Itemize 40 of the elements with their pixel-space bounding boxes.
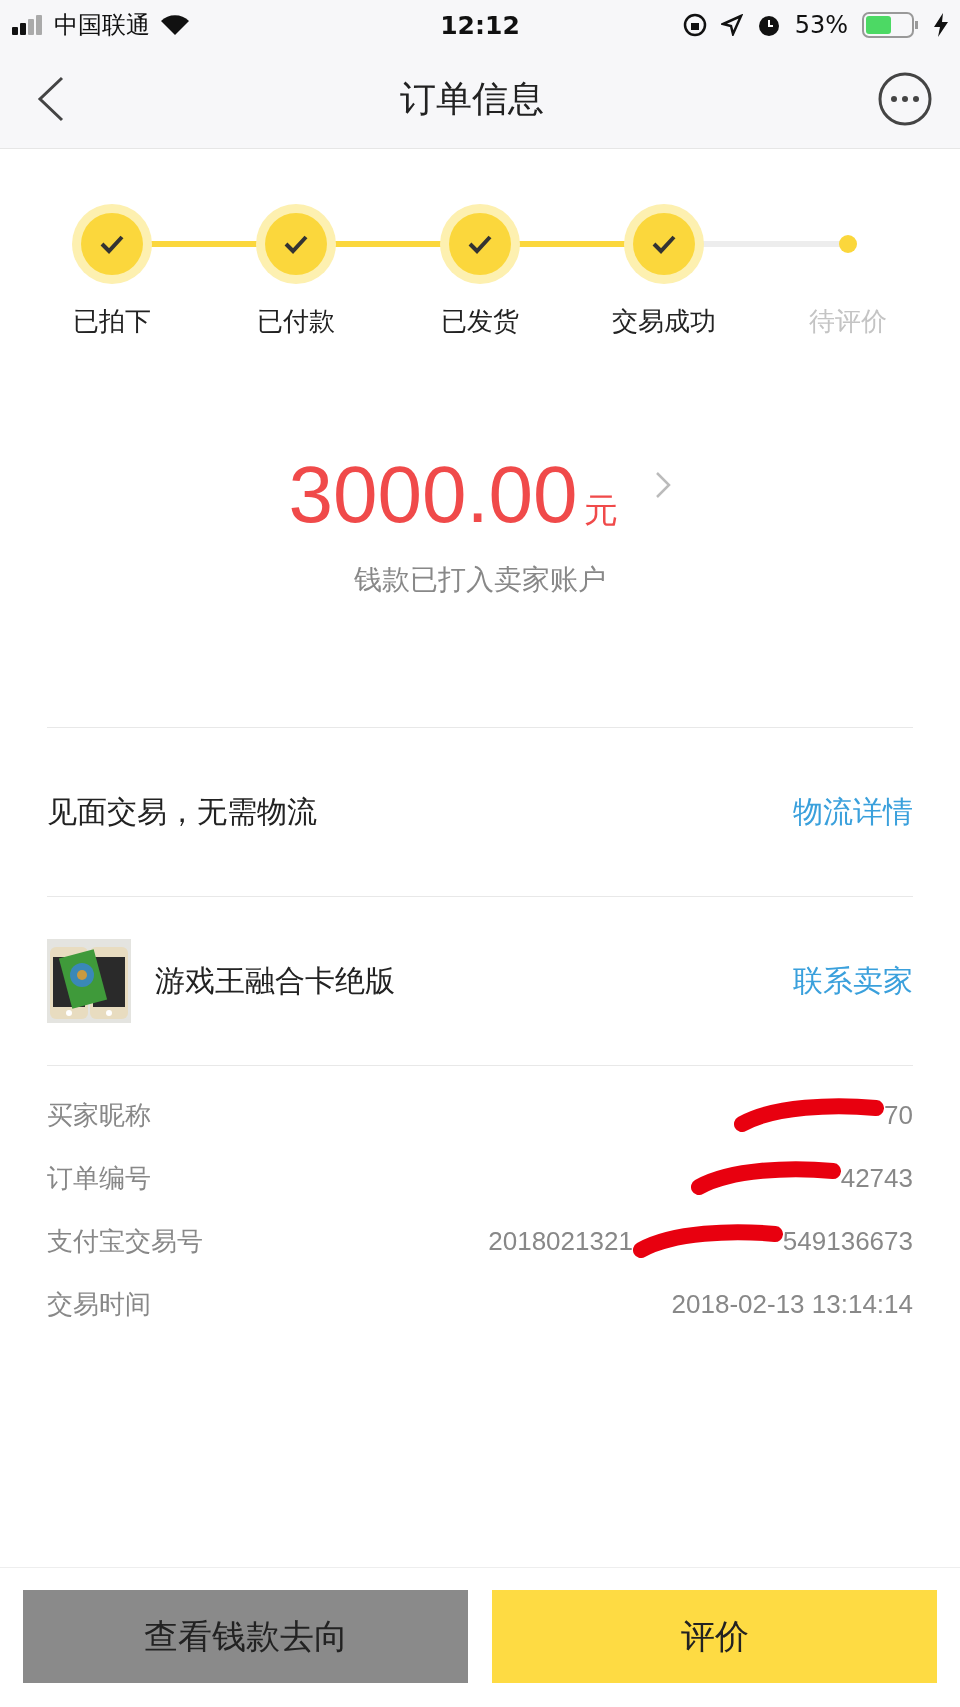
check-icon [99,234,125,254]
clock-time: 12:12 [440,10,520,40]
detail-value: 2018-02-13 13:14:14 [671,1288,913,1320]
detail-value: 42743 [840,1162,913,1194]
amount-value: 3000.00 [288,449,578,541]
product-name: 游戏王融合卡绝版 [155,961,395,1000]
logistics-link[interactable]: 物流详情 [793,791,913,833]
alarm-icon [756,13,781,37]
detail-label: 交易时间 [47,1287,151,1321]
detail-label: 订单编号 [47,1161,151,1195]
carrier-name: 中国联通 [54,10,150,41]
contact-seller-link[interactable]: 联系卖家 [793,960,913,1002]
detail-label: 买家昵称 [47,1098,151,1132]
check-icon [467,234,493,254]
wifi-icon [160,14,190,36]
step-label: 交易成功 [612,305,716,338]
step-label: 已发货 [441,305,519,338]
money-flow-button[interactable]: 查看钱款去向 [23,1590,468,1683]
detail-value: 2018021321 [488,1225,633,1257]
step-label: 已拍下 [73,305,151,338]
battery-percent: 53% [794,11,848,39]
battery-icon [862,12,920,38]
page-title: 订单信息 [400,76,544,121]
location-arrow-icon [720,14,743,36]
detail-value: 70 [884,1099,913,1131]
amount-unit: 元 [583,489,618,532]
detail-label: 支付宝交易号 [47,1224,203,1258]
detail-value: 549136673 [782,1225,913,1257]
rotation-lock-icon [682,13,707,37]
charging-bolt-icon [934,13,948,37]
check-icon [283,234,309,254]
delivery-method: 见面交易，无需物流 [47,792,317,831]
payment-note: 钱款已打入卖家账户 [353,562,607,598]
review-button[interactable]: 评价 [492,1590,937,1683]
step-label: 已付款 [257,305,335,338]
step-label: 待评价 [809,305,887,338]
back-button[interactable] [36,76,66,122]
more-button[interactable] [878,72,932,126]
check-icon [651,234,677,254]
signal-icon [12,15,44,35]
